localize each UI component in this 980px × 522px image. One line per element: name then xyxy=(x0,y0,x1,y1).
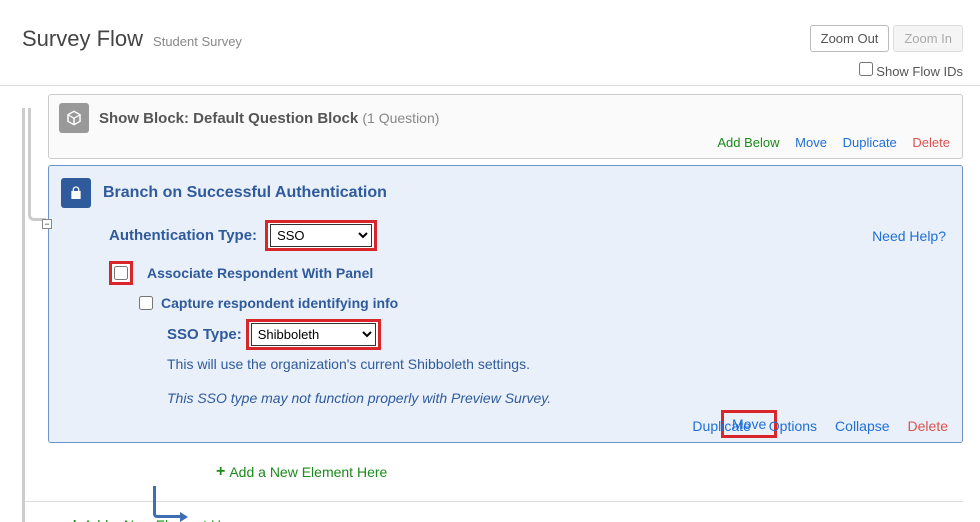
plus-icon: + xyxy=(70,516,79,522)
arrowhead-icon xyxy=(180,512,188,522)
block-duplicate[interactable]: Duplicate xyxy=(843,135,897,150)
auth-block: Branch on Successful Authentication Auth… xyxy=(48,165,963,443)
show-block: Show Block: Default Question Block (1 Qu… xyxy=(48,94,963,159)
auth-type-select[interactable]: SSO xyxy=(270,224,372,247)
associate-checkbox[interactable] xyxy=(114,266,128,280)
capture-checkbox[interactable] xyxy=(139,296,153,310)
auth-collapse[interactable]: Collapse xyxy=(835,418,889,434)
auth-title: Branch on Successful Authentication xyxy=(103,184,387,202)
sso-note: This will use the organization's current… xyxy=(167,356,948,372)
auth-duplicate[interactable]: Duplicate xyxy=(692,418,750,434)
sso-type-select[interactable]: Shibboleth xyxy=(251,323,376,346)
block-title: Show Block: Default Question Block xyxy=(99,110,358,127)
add-element-outer[interactable]: + Add a New Element Here xyxy=(70,516,963,522)
highlight-associate-checkbox xyxy=(109,261,133,285)
block-icon xyxy=(59,103,89,133)
flow-rail-branch xyxy=(28,108,46,221)
collapse-toggle[interactable]: − xyxy=(42,219,52,229)
page-title: Survey Flow xyxy=(22,26,143,52)
sso-warning: This SSO type may not function properly … xyxy=(167,390,948,406)
auth-options[interactable]: Options xyxy=(769,418,817,434)
block-add-below[interactable]: Add Below xyxy=(717,135,779,150)
capture-label: Capture respondent identifying info xyxy=(161,295,398,311)
add-element-inner-label: Add a New Element Here xyxy=(229,464,387,480)
highlight-sso-type: Shibboleth xyxy=(246,319,381,350)
need-help-link[interactable]: Need Help? xyxy=(872,228,946,244)
auth-delete[interactable]: Delete xyxy=(908,418,948,434)
lock-icon xyxy=(61,178,91,208)
highlight-auth-type: SSO xyxy=(265,220,377,251)
zoom-out-button[interactable]: Zoom Out xyxy=(810,25,890,52)
block-move[interactable]: Move xyxy=(795,135,827,150)
show-flow-ids-label: Show Flow IDs xyxy=(876,64,963,79)
block-question-count: (1 Question) xyxy=(362,110,439,126)
auth-type-label: Authentication Type: xyxy=(109,227,257,244)
show-flow-ids-checkbox[interactable] xyxy=(859,62,873,76)
zoom-in-button[interactable]: Zoom In xyxy=(893,25,963,52)
add-element-inner[interactable]: + Add a New Element Here xyxy=(216,463,963,481)
arrow-rail xyxy=(153,486,180,518)
associate-label: Associate Respondent With Panel xyxy=(147,265,373,281)
plus-icon: + xyxy=(216,463,225,481)
sso-type-label: SSO Type: xyxy=(167,326,242,343)
block-delete[interactable]: Delete xyxy=(912,135,950,150)
survey-name: Student Survey xyxy=(153,34,242,49)
